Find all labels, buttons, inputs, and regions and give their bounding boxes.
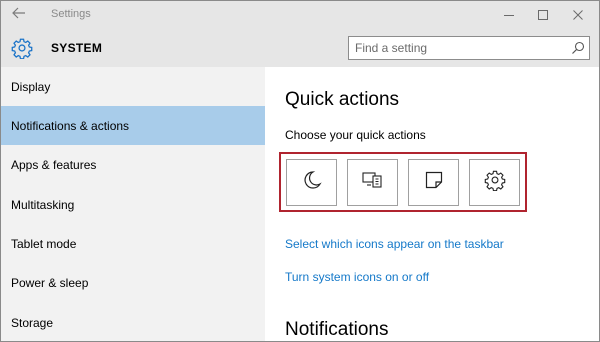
main-content: Quick actions Choose your quick actions: [265, 67, 599, 341]
sidebar-item-label: Display: [11, 80, 51, 94]
project-display-icon: [361, 169, 385, 196]
sidebar-item-apps-features[interactable]: Apps & features: [1, 145, 265, 184]
sidebar-item-notifications-actions[interactable]: Notifications & actions: [1, 106, 265, 145]
quick-action-tile-quiet-hours[interactable]: [286, 159, 337, 206]
search-box[interactable]: [348, 36, 590, 60]
minimize-button[interactable]: [492, 1, 526, 29]
sidebar-item-label: Storage: [11, 316, 54, 330]
sidebar-item-power-sleep[interactable]: Power & sleep: [1, 263, 265, 302]
back-arrow-icon[interactable]: [7, 5, 31, 25]
sidebar: Display Notifications & actions Apps & f…: [1, 67, 265, 341]
page-header: SYSTEM: [1, 29, 599, 67]
section-heading-notifications: Notifications: [285, 319, 389, 340]
quick-actions-subheading: Choose your quick actions: [285, 128, 426, 142]
sidebar-item-label: Apps & features: [11, 158, 97, 172]
sidebar-item-label: Power & sleep: [11, 276, 89, 290]
search-icon[interactable]: [571, 41, 585, 55]
quick-actions-group: [279, 152, 527, 212]
quick-action-tile-project[interactable]: [347, 159, 398, 206]
system-gear-icon: [11, 37, 33, 60]
sidebar-item-display[interactable]: Display: [1, 67, 265, 106]
title-bar: Settings: [1, 1, 599, 29]
note-icon: [423, 169, 445, 196]
sidebar-item-storage[interactable]: Storage: [1, 303, 265, 342]
search-input[interactable]: [355, 40, 555, 56]
window-title: Settings: [51, 8, 91, 20]
sidebar-item-tablet-mode[interactable]: Tablet mode: [1, 224, 265, 263]
page-title: SYSTEM: [51, 41, 103, 55]
link-select-taskbar-icons[interactable]: Select which icons appear on the taskbar: [285, 237, 504, 251]
sidebar-item-label: Tablet mode: [11, 237, 77, 251]
moon-icon: [301, 169, 323, 196]
link-turn-system-icons[interactable]: Turn system icons on or off: [285, 270, 429, 284]
sidebar-item-multitasking[interactable]: Multitasking: [1, 185, 265, 224]
quick-action-tile-all-settings[interactable]: [469, 159, 520, 206]
sidebar-item-label: Notifications & actions: [11, 119, 130, 133]
settings-gear-icon: [484, 169, 506, 196]
close-button[interactable]: [561, 1, 595, 29]
quick-action-tile-note[interactable]: [408, 159, 459, 206]
section-heading-quick-actions: Quick actions: [285, 89, 400, 110]
settings-window: Settings SYSTEM Find a setting Display N…: [0, 0, 600, 342]
maximize-button[interactable]: [526, 1, 560, 29]
sidebar-item-label: Multitasking: [11, 198, 75, 212]
